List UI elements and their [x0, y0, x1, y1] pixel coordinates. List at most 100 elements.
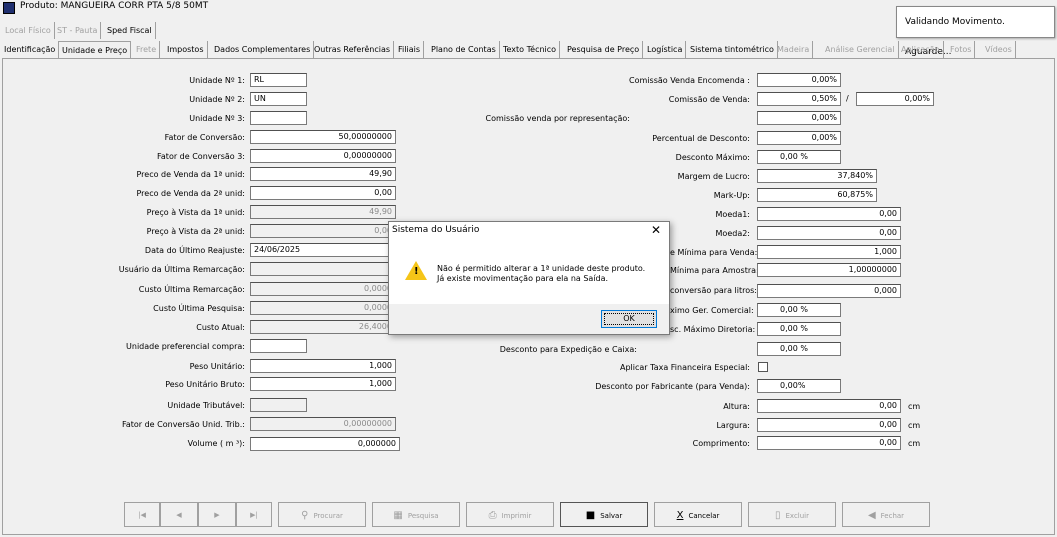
dialog-title: Sistema do Usuário — [392, 225, 480, 235]
margem-lucro-input[interactable]: 37,840% — [757, 169, 877, 183]
tab-outras-referencias[interactable]: Outras Referências — [311, 41, 395, 58]
message-dialog: Sistema do Usuário ✕ ! Não é permitido a… — [388, 221, 670, 335]
max-ger-comercial-input[interactable]: 0,00 % — [757, 303, 841, 317]
warning-glyph: ! — [414, 266, 419, 277]
imprimir-button[interactable]: ⎙ Imprimir — [466, 502, 554, 527]
next-record-button[interactable]: ▶ — [198, 502, 236, 527]
comissao-venda-label: Comissão de Venda: — [668, 95, 750, 104]
tab-madeira[interactable]: Madeira — [774, 41, 814, 58]
unidade2-input[interactable]: UN — [250, 92, 307, 106]
comissao-venda2-input[interactable]: 0,00% — [856, 92, 934, 106]
cancelar-label: Cancelar — [688, 512, 720, 520]
comissao-venda-input[interactable]: 0,50% — [757, 92, 841, 106]
unidade1-input[interactable]: RL — [250, 73, 307, 87]
tab-local-fisico[interactable]: Local Físico — [2, 22, 55, 39]
tab-videos[interactable]: Vídeos — [982, 41, 1016, 58]
desconto-expedicao-input[interactable]: 0,00 % — [757, 342, 841, 356]
taxa-financeira-checkbox[interactable] — [758, 362, 768, 372]
peso-bruto-input[interactable]: 1,000 — [250, 377, 396, 391]
mark-up-input[interactable]: 60,875% — [757, 188, 877, 202]
altura-input[interactable]: 0,00 — [757, 399, 901, 413]
custo-remarcacao-label: Custo Última Remarcação: — [138, 285, 245, 294]
close-icon[interactable]: ✕ — [651, 223, 661, 237]
conversao-litros-input[interactable]: 0,000 — [757, 284, 901, 298]
custo-pesquisa-input: 0,0000 — [250, 301, 396, 315]
preco-venda1-input[interactable]: 49,90 — [250, 167, 396, 181]
comprimento-input[interactable]: 0,00 — [757, 436, 901, 450]
taxa-financeira-label: Aplicar Taxa Financeira Especial: — [620, 363, 750, 372]
data-reajuste-input[interactable]: 24/06/2025 — [250, 243, 396, 257]
save-icon: ■ — [585, 510, 596, 521]
desconto-expedicao-label: Desconto para Expedição e Caixa: — [499, 345, 637, 354]
qtd-min-amostra-input[interactable]: 1,00000000 — [757, 263, 901, 277]
tab-logistica[interactable]: Logística — [644, 41, 687, 58]
excluir-button[interactable]: ▯ Excluir — [748, 502, 836, 527]
tab-aplicacao[interactable]: Aplicação — [898, 41, 944, 58]
moeda2-input[interactable]: 0,00 — [757, 226, 901, 240]
conversao-litros-label: conversão para litros: — [670, 286, 757, 295]
binoculars-icon: ⚲ — [301, 510, 309, 521]
tab-row-1: Local Físico ST - Pauta Sped Fiscal — [0, 22, 160, 39]
custo-remarcacao-input: 0,0000 — [250, 282, 396, 296]
desconto-maximo-label: Desconto Máximo: — [675, 153, 750, 162]
tab-analise-gerencial[interactable]: Análise Gerencial — [822, 41, 899, 58]
preco-venda2-input[interactable]: 0,00 — [250, 186, 396, 200]
largura-input[interactable]: 0,00 — [757, 418, 901, 432]
comissao-encomenda-input[interactable]: 0,00% — [757, 73, 841, 87]
desconto-fabricante-input[interactable]: 0,00% — [757, 379, 841, 393]
comissao-representacao-input[interactable]: 0,00% — [757, 111, 841, 125]
tab-dados-complementares[interactable]: Dados Complementares — [211, 41, 315, 58]
fator-conversao3-input[interactable]: 0,00000000 — [250, 149, 396, 163]
peso-unitario-input[interactable]: 1,000 — [250, 359, 396, 373]
dialog-message-line2: Já existe movimentação para ela na Saída… — [437, 274, 609, 283]
salvar-button[interactable]: ■ Salvar — [560, 502, 648, 527]
comprimento-unit: cm — [908, 439, 921, 448]
cancelar-button[interactable]: X Cancelar — [654, 502, 742, 527]
peso-unitario-label: Peso Unitário: — [189, 362, 245, 371]
tab-impostos[interactable]: Impostos — [164, 41, 208, 58]
cancel-icon: X — [676, 510, 684, 521]
tab-row-2: Identificação Unidade e Preço Frete Impo… — [0, 41, 1057, 59]
moeda1-input[interactable]: 0,00 — [757, 207, 901, 221]
percentual-desconto-input[interactable]: 0,00% — [757, 131, 841, 145]
unidade-pref-compra-input[interactable] — [250, 339, 307, 353]
prev-record-button[interactable]: ◀ — [160, 502, 198, 527]
tab-filiais[interactable]: Filiais — [395, 41, 424, 58]
tab-pesquisa-preco[interactable]: Pesquisa de Preço — [564, 41, 644, 58]
unidade3-input[interactable] — [250, 111, 307, 125]
fechar-button[interactable]: ◀ Fechar — [842, 502, 930, 527]
preco-vista2-label: Preço à Vista da 2ª unid: — [146, 227, 245, 236]
desconto-maximo-input[interactable]: 0,00 % — [757, 150, 841, 164]
next-icon: ▶ — [214, 511, 220, 519]
max-ger-comercial-label: ximo Ger. Comercial: — [670, 306, 754, 315]
procurar-label: Procurar — [313, 512, 343, 520]
moeda1-label: Moeda1: — [715, 210, 750, 219]
excluir-label: Excluir — [785, 512, 810, 520]
percentual-desconto-label: Percentual de Desconto: — [652, 134, 750, 143]
ok-button[interactable]: OK — [601, 310, 657, 328]
comissao-representacao-label: Comissão venda por representação: — [485, 114, 630, 123]
printer-icon: ⎙ — [488, 510, 497, 521]
first-record-button[interactable]: |◀ — [124, 502, 160, 527]
tab-sistema-tintometrico[interactable]: Sistema tintométrico — [687, 41, 778, 58]
last-record-button[interactable]: ▶| — [236, 502, 272, 527]
tab-unidade-preco[interactable]: Unidade e Preço — [58, 41, 132, 59]
tab-plano-contas[interactable]: Plano de Contas — [428, 41, 500, 58]
volume-input[interactable]: 0,000000 — [250, 437, 400, 451]
tab-identificacao[interactable]: Identificação — [1, 41, 60, 58]
tab-sped-fiscal[interactable]: Sped Fiscal — [104, 22, 156, 39]
procurar-button[interactable]: ⚲ Procurar — [278, 502, 366, 527]
tab-fotos[interactable]: Fotos — [947, 41, 976, 58]
fator-conversao-input[interactable]: 50,00000000 — [250, 130, 396, 144]
tab-st-pauta[interactable]: ST - Pauta — [54, 22, 102, 39]
fator-conversao3-label: Fator de Conversão 3: — [157, 152, 245, 161]
pesquisa-button[interactable]: ▦ Pesquisa — [372, 502, 460, 527]
qtd-min-venda-input[interactable]: 1,000 — [757, 245, 901, 259]
desc-max-diretoria-input[interactable]: 0,00 % — [757, 322, 841, 336]
tab-frete[interactable]: Frete — [133, 41, 161, 58]
desc-max-diretoria-label: sc. Máximo Diretoria: — [670, 325, 756, 334]
dialog-footer: OK — [389, 304, 669, 334]
unidade-tributavel-input — [250, 398, 307, 412]
custo-atual-input: 26,4000 — [250, 320, 396, 334]
tab-texto-tecnico[interactable]: Texto Técnico — [500, 41, 561, 58]
